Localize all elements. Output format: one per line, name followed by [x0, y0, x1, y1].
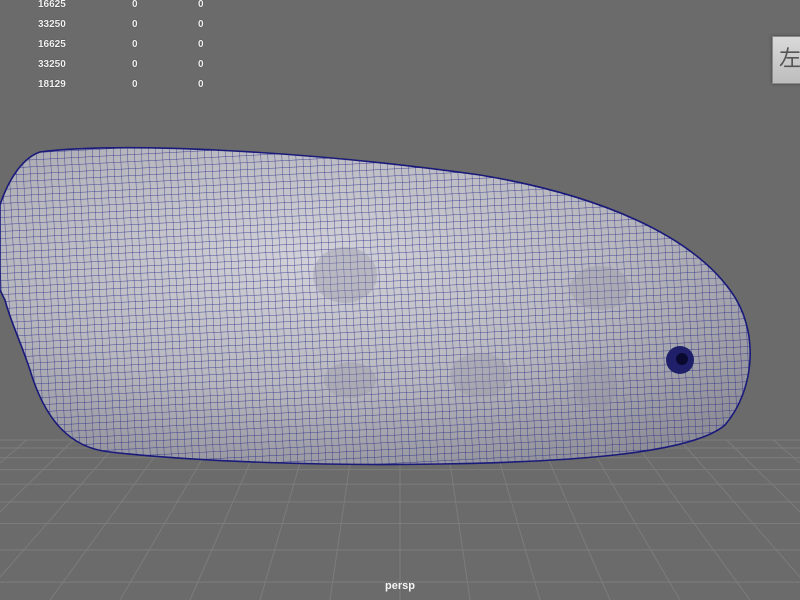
- mesh-hole-inner: [676, 353, 688, 365]
- hud-value: 0: [132, 39, 138, 50]
- hud-value: 0: [198, 39, 204, 50]
- hud-row: 33250 0 0: [0, 19, 220, 31]
- grid-line: [773, 439, 800, 464]
- grid-line: [0, 439, 121, 578]
- hud-value: 0: [198, 0, 204, 10]
- mesh-dimple: [450, 353, 510, 397]
- grid-line: [586, 439, 681, 600]
- grid-line: [679, 439, 800, 578]
- hud-row: 33250 0 0: [0, 59, 220, 71]
- hud-value: 0: [198, 19, 204, 30]
- hud-value: 0: [132, 79, 138, 90]
- hud-value: 0: [198, 79, 204, 90]
- hud-value: 18129: [38, 79, 66, 90]
- grid-line: [0, 439, 27, 464]
- hud-value: 33250: [38, 59, 66, 70]
- grid-line: [492, 439, 541, 600]
- grid-line: [189, 439, 261, 600]
- grid-line: [632, 439, 751, 600]
- grid-line: [726, 439, 800, 513]
- hud-value: 0: [132, 59, 138, 70]
- mesh-dimple: [570, 266, 630, 310]
- hud-value: 33250: [38, 19, 66, 30]
- grid-line: [0, 439, 74, 513]
- hud-value: 16625: [38, 0, 66, 10]
- viewport-panel[interactable]: 16625 0 0 33250 0 0 16625 0 0 33250 0 0 …: [0, 0, 800, 600]
- view-cube[interactable]: 左: [772, 36, 800, 84]
- hud-row: 16625 0 0: [0, 0, 220, 11]
- hud-value: 0: [132, 0, 138, 10]
- hud-value: 0: [198, 59, 204, 70]
- hud-row: 18129 0 0: [0, 79, 220, 91]
- hud-value: 0: [132, 19, 138, 30]
- grid-line: [539, 439, 611, 600]
- mesh-model[interactable]: [0, 140, 760, 470]
- grid-line: [49, 439, 168, 600]
- hud-value: 16625: [38, 39, 66, 50]
- hud-row: 16625 0 0: [0, 39, 220, 51]
- mesh-dimple: [573, 360, 617, 410]
- camera-name-label: persp: [385, 580, 415, 592]
- mesh-dimple: [313, 247, 377, 303]
- grid-line: [119, 439, 214, 600]
- mesh-dimple: [324, 362, 376, 398]
